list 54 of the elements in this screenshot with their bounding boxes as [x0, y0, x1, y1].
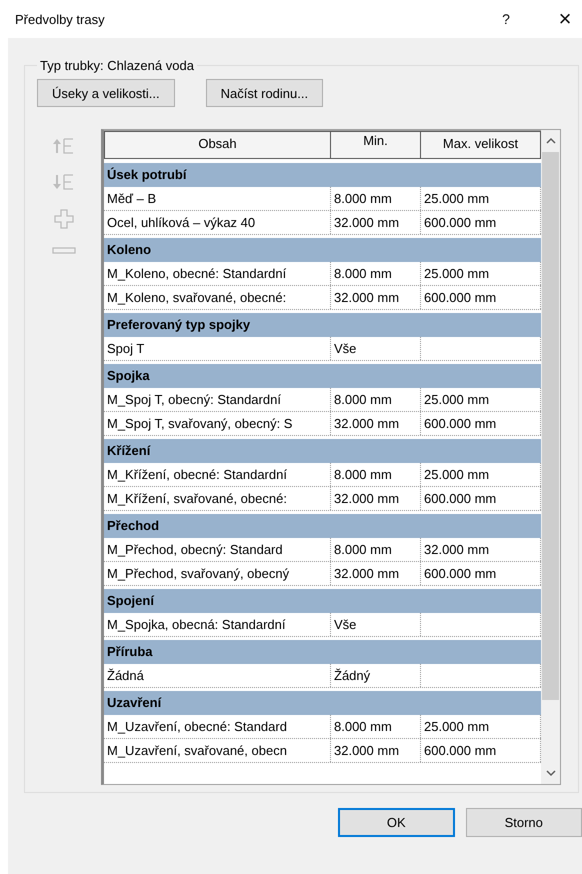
table-cell[interactable]: Měď – B	[104, 187, 331, 210]
dialog-button[interactable]: Storno	[466, 808, 582, 837]
column-header[interactable]: Min.	[331, 131, 421, 159]
table-cell[interactable]: M_Křížení, obecné: Standardní	[104, 463, 331, 486]
column-header[interactable]: Obsah	[104, 131, 331, 159]
dialog-button[interactable]: OK	[338, 808, 455, 837]
group-header-row[interactable]: Preferovaný typ spojky	[104, 313, 541, 337]
table-cell[interactable]: 8.000 mm	[331, 187, 421, 210]
table-cell[interactable]: Ocel, uhlíková – výkaz 40	[104, 211, 331, 234]
table-cell[interactable]: M_Spoj T, svařovaný, obecný: S	[104, 412, 331, 435]
help-button[interactable]: ?	[496, 11, 516, 27]
table-cell[interactable]: 32.000 mm	[331, 286, 421, 309]
table-cell[interactable]: 8.000 mm	[331, 463, 421, 486]
column-header[interactable]: Max. velikost	[421, 131, 541, 159]
group-header-row[interactable]: Spojka	[104, 364, 541, 388]
group-header-row[interactable]: Spojení	[104, 589, 541, 613]
group-header-row[interactable]: Uzavření	[104, 691, 541, 715]
table-cell[interactable]: 8.000 mm	[331, 262, 421, 285]
table-cell[interactable]: 32.000 mm	[331, 487, 421, 510]
close-button[interactable]: ×	[554, 6, 576, 32]
window-title: Předvolby trasy	[15, 12, 106, 26]
table-cell[interactable]: Vše	[331, 613, 421, 636]
table-cell[interactable]: M_Přechod, svařovaný, obecný	[104, 562, 331, 585]
table-cell[interactable]: 32.000 mm	[331, 562, 421, 585]
group-header-row[interactable]: Přechod	[104, 514, 541, 538]
group-header-row[interactable]: Úsek potrubí	[104, 163, 541, 187]
table-cell[interactable]: Spoj T	[104, 337, 331, 360]
table-cell[interactable]: Žádná	[104, 664, 331, 687]
table-cell[interactable]: M_Spojka, obecná: Standardní	[104, 613, 331, 636]
group-header-row[interactable]: Koleno	[104, 238, 541, 262]
table-cell[interactable]: M_Uzavření, svařované, obecn	[104, 739, 331, 762]
table-cell[interactable]: 8.000 mm	[331, 388, 421, 411]
scrollbar-thumb[interactable]	[542, 152, 559, 700]
table-cell[interactable]: M_Přechod, obecný: Standard	[104, 538, 331, 561]
table-cell[interactable]: 32.000 mm	[331, 412, 421, 435]
scroll-down-icon[interactable]	[546, 769, 556, 777]
table-cell[interactable]: 32.000 mm	[331, 211, 421, 234]
table-cell[interactable]: 8.000 mm	[331, 538, 421, 561]
dialog-button[interactable]: Načíst rodinu...	[206, 79, 324, 107]
dialog-button[interactable]: Úseky a velikosti...	[37, 79, 175, 107]
table-cell[interactable]: 32.000 mm	[331, 739, 421, 762]
table-cell[interactable]: Žádný	[331, 664, 421, 687]
table-cell[interactable]: M_Křížení, svařované, obecné:	[104, 487, 331, 510]
group-header-row[interactable]: Příruba	[104, 640, 541, 664]
scroll-up-icon[interactable]	[546, 137, 556, 145]
table-cell[interactable]: M_Koleno, obecné: Standardní	[104, 262, 331, 285]
table-cell[interactable]: M_Spoj T, obecný: Standardní	[104, 388, 331, 411]
scrollbar[interactable]	[541, 130, 560, 784]
table-cell[interactable]: Vše	[331, 337, 421, 360]
group-header-row[interactable]: Křížení	[104, 439, 541, 463]
group-title: Typ trubky: Chlazená voda	[39, 58, 195, 73]
table-cell[interactable]: M_Koleno, svařované, obecné:	[104, 286, 331, 309]
table-cell[interactable]: M_Uzavření, obecné: Standard	[104, 715, 331, 738]
table-cell[interactable]: 8.000 mm	[331, 715, 421, 738]
